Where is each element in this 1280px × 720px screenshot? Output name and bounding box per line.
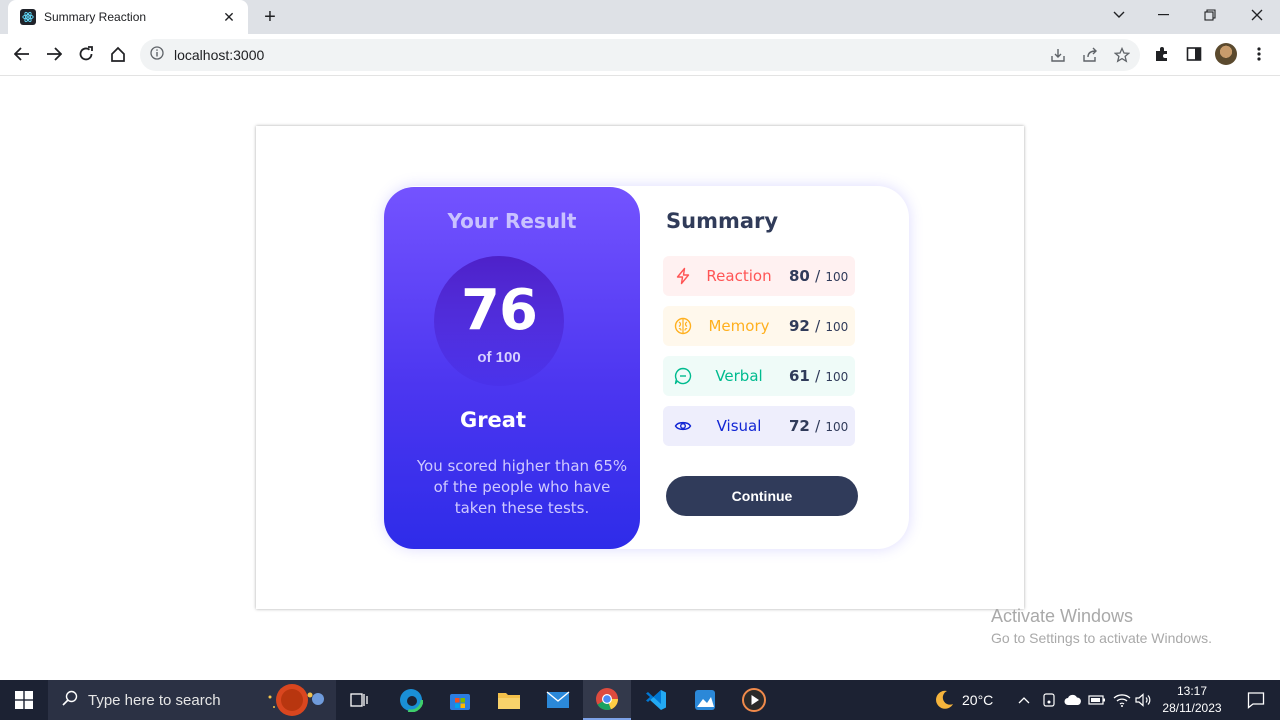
summary-item-score: 80 / 100 bbox=[789, 267, 849, 285]
volume-icon[interactable] bbox=[1133, 680, 1155, 720]
site-info-icon[interactable] bbox=[150, 45, 164, 65]
react-icon bbox=[20, 9, 36, 25]
summary-item-verbal: Verbal 61 / 100 bbox=[663, 356, 855, 396]
task-view-icon[interactable] bbox=[336, 680, 384, 720]
search-icon bbox=[62, 690, 78, 711]
url-text: localhost:3000 bbox=[174, 47, 265, 63]
summary-item-label: Verbal bbox=[715, 367, 763, 385]
summary-item-memory: Memory 92 / 100 bbox=[663, 306, 855, 346]
search-placeholder: Type here to search bbox=[88, 691, 221, 709]
reload-icon[interactable] bbox=[71, 39, 101, 69]
bookmark-star-icon[interactable] bbox=[1110, 43, 1134, 67]
windows-taskbar: Type here to search 20°C 13:17 28/11/202… bbox=[0, 680, 1280, 720]
tab-search-icon[interactable] bbox=[1096, 0, 1142, 30]
score-value: 76 bbox=[461, 278, 538, 343]
menu-dots-icon[interactable] bbox=[1244, 39, 1274, 69]
profile-avatar[interactable] bbox=[1211, 39, 1241, 69]
battery-icon[interactable] bbox=[1086, 680, 1108, 720]
search-highlight-icon bbox=[262, 683, 332, 720]
onedrive-icon[interactable] bbox=[1061, 680, 1085, 720]
summary-title: Summary bbox=[666, 209, 779, 233]
tab-bar: Summary Reaction ✕ + bbox=[0, 0, 1280, 34]
activate-windows-title: Activate Windows bbox=[991, 606, 1134, 626]
notifications-icon[interactable] bbox=[1232, 680, 1280, 720]
show-hidden-icons-chevron-icon[interactable] bbox=[1012, 680, 1036, 720]
grade-label: Great bbox=[459, 408, 527, 432]
photo-editor-icon[interactable] bbox=[681, 680, 729, 720]
chrome-taskbar-icon[interactable] bbox=[583, 680, 631, 720]
new-tab-button[interactable]: + bbox=[258, 6, 282, 28]
meet-now-icon[interactable] bbox=[1038, 680, 1060, 720]
tab-title: Summary Reaction bbox=[44, 10, 147, 24]
lightning-icon bbox=[673, 266, 693, 286]
summary-item-visual: Visual 72 / 100 bbox=[663, 406, 855, 446]
tab-close-icon[interactable]: ✕ bbox=[220, 8, 238, 26]
address-bar[interactable]: localhost:3000 bbox=[140, 39, 1140, 71]
wifi-icon[interactable] bbox=[1110, 680, 1134, 720]
continue-button[interactable]: Continue bbox=[666, 476, 858, 516]
eye-icon bbox=[673, 416, 693, 436]
share-icon[interactable] bbox=[1078, 43, 1102, 67]
close-window-icon[interactable] bbox=[1234, 0, 1280, 30]
media-player-icon[interactable] bbox=[730, 680, 778, 720]
result-description: You scored higher than 65% of the people… bbox=[416, 457, 628, 517]
vscode-icon[interactable] bbox=[632, 680, 680, 720]
browser-tab[interactable]: Summary Reaction ✕ bbox=[8, 0, 248, 34]
edge-browser-icon[interactable] bbox=[387, 680, 435, 720]
result-title: Your Result bbox=[447, 209, 577, 233]
summary-item-label: Reaction bbox=[706, 267, 772, 285]
microsoft-store-icon[interactable] bbox=[436, 680, 484, 720]
summary-item-score: 61 / 100 bbox=[789, 367, 849, 385]
file-explorer-icon[interactable] bbox=[485, 680, 533, 720]
taskbar-search-box[interactable]: Type here to search bbox=[48, 680, 336, 720]
extensions-puzzle-icon[interactable] bbox=[1147, 39, 1177, 69]
clock-time[interactable]: 13:17 bbox=[1160, 684, 1224, 698]
restore-icon[interactable] bbox=[1187, 0, 1233, 30]
summary-item-score: 72 / 100 bbox=[789, 417, 849, 435]
clock-date[interactable]: 28/11/2023 bbox=[1160, 701, 1224, 715]
summary-item-label: Visual bbox=[716, 417, 762, 435]
summary-item-reaction: Reaction 80 / 100 bbox=[663, 256, 855, 296]
install-app-icon[interactable] bbox=[1046, 43, 1070, 67]
minimize-icon[interactable] bbox=[1141, 0, 1187, 30]
result-panel: Your Result 76 of 100 Great You scored h… bbox=[384, 187, 640, 549]
score-circle: 76 of 100 bbox=[434, 256, 564, 386]
chat-icon bbox=[673, 366, 693, 386]
mail-icon[interactable] bbox=[534, 680, 582, 720]
weather-moon-icon[interactable] bbox=[920, 680, 968, 720]
score-of-label: of 100 bbox=[477, 349, 521, 366]
forward-arrow-icon[interactable] bbox=[39, 39, 69, 69]
windows-start-icon[interactable] bbox=[0, 680, 48, 720]
summary-item-score: 92 / 100 bbox=[789, 317, 849, 335]
home-icon[interactable] bbox=[103, 39, 133, 69]
avatar bbox=[1215, 43, 1237, 65]
back-arrow-icon[interactable] bbox=[7, 39, 37, 69]
browser-toolbar: localhost:3000 bbox=[0, 34, 1280, 76]
brain-icon bbox=[673, 316, 693, 336]
weather-temperature[interactable]: 20°C bbox=[962, 692, 993, 708]
activate-windows-subtitle: Go to Settings to activate Windows. bbox=[991, 630, 1212, 646]
side-panel-icon[interactable] bbox=[1179, 39, 1209, 69]
summary-item-label: Memory bbox=[708, 317, 770, 335]
